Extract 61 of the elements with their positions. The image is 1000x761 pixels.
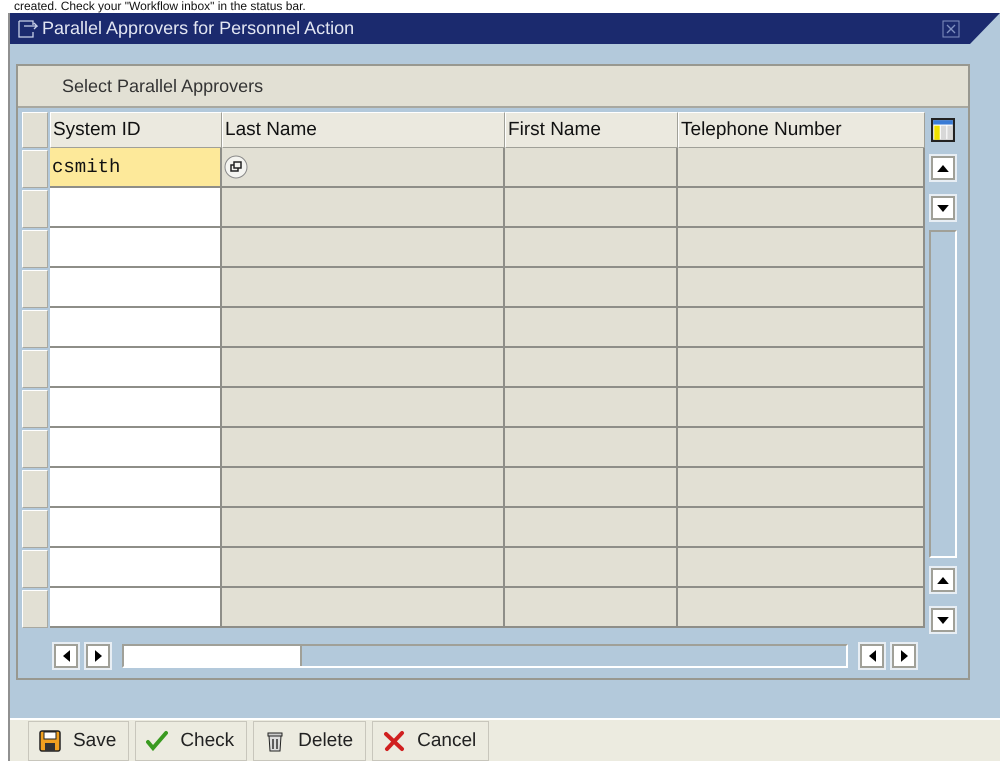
- right-triangle-icon: [900, 650, 908, 662]
- input-field[interactable]: [50, 468, 222, 508]
- close-icon[interactable]: [942, 20, 960, 38]
- row-selector[interactable]: [22, 350, 48, 388]
- column-header[interactable]: System ID: [50, 112, 222, 148]
- value-help-icon[interactable]: [224, 155, 248, 179]
- input-field[interactable]: [50, 188, 222, 228]
- down-triangle-icon: [937, 204, 949, 212]
- panel-title: Select Parallel Approvers: [62, 76, 264, 96]
- scroll-down-button[interactable]: [931, 196, 955, 220]
- scrollbar-thumb[interactable]: [124, 646, 302, 666]
- window-icon: [18, 20, 38, 38]
- toolbar-button[interactable]: Delete: [253, 720, 366, 760]
- down-triangle-icon: [937, 616, 949, 624]
- row-selector[interactable]: [22, 390, 48, 428]
- column-header[interactable]: Last Name: [222, 112, 505, 148]
- scroll-down-button[interactable]: [931, 608, 955, 632]
- row-selector[interactable]: [22, 590, 48, 628]
- toolbar-button[interactable]: Check: [135, 720, 248, 760]
- row-selector[interactable]: [22, 430, 48, 468]
- row-selector[interactable]: [22, 310, 48, 348]
- input-field[interactable]: [50, 348, 222, 388]
- row-selector[interactable]: [22, 470, 48, 508]
- window-title: Parallel Approvers for Personnel Action: [42, 18, 356, 39]
- scroll-left-button[interactable]: [54, 644, 78, 668]
- up-triangle-icon: [937, 576, 949, 584]
- left-triangle-icon: [62, 650, 70, 662]
- toolbar-button[interactable]: Save: [28, 720, 130, 760]
- cross-icon: [383, 730, 406, 752]
- select-all-cell[interactable]: [22, 112, 48, 148]
- row-selector[interactable]: [22, 510, 48, 548]
- row-selector[interactable]: [22, 550, 48, 588]
- toolbar-button[interactable]: Cancel: [372, 720, 490, 760]
- status-message: created. Check your "Workflow inbox" in the status bar.: [13, 0, 307, 13]
- scroll-up-button[interactable]: [931, 568, 955, 592]
- row-selector[interactable]: [22, 190, 48, 228]
- up-triangle-icon: [937, 164, 949, 172]
- input-field[interactable]: [50, 388, 222, 428]
- left-triangle-icon: [868, 650, 876, 662]
- column-settings-icon[interactable]: [931, 118, 955, 142]
- scrollbar-track[interactable]: [929, 230, 957, 558]
- input-field[interactable]: [50, 548, 222, 588]
- scroll-right-button[interactable]: [892, 644, 916, 668]
- row-selector[interactable]: [22, 270, 48, 308]
- input-field[interactable]: [50, 268, 222, 308]
- column-header[interactable]: First Name: [505, 112, 678, 148]
- scroll-right-button[interactable]: [86, 644, 110, 668]
- scroll-left-button[interactable]: [860, 644, 884, 668]
- input-field[interactable]: [50, 308, 222, 348]
- row-selector[interactable]: [22, 150, 48, 188]
- row-selector[interactable]: [22, 230, 48, 268]
- input-field[interactable]: [50, 588, 222, 628]
- right-triangle-icon: [94, 650, 102, 662]
- scrollbar-track[interactable]: [122, 644, 848, 668]
- input-field[interactable]: [50, 228, 222, 268]
- column-header[interactable]: Telephone Number: [678, 112, 925, 148]
- input-field[interactable]: csmith: [50, 148, 222, 188]
- checkmark-icon: [146, 730, 168, 752]
- input-field[interactable]: [50, 508, 222, 548]
- scroll-up-button[interactable]: [931, 156, 955, 180]
- input-field[interactable]: [50, 428, 222, 468]
